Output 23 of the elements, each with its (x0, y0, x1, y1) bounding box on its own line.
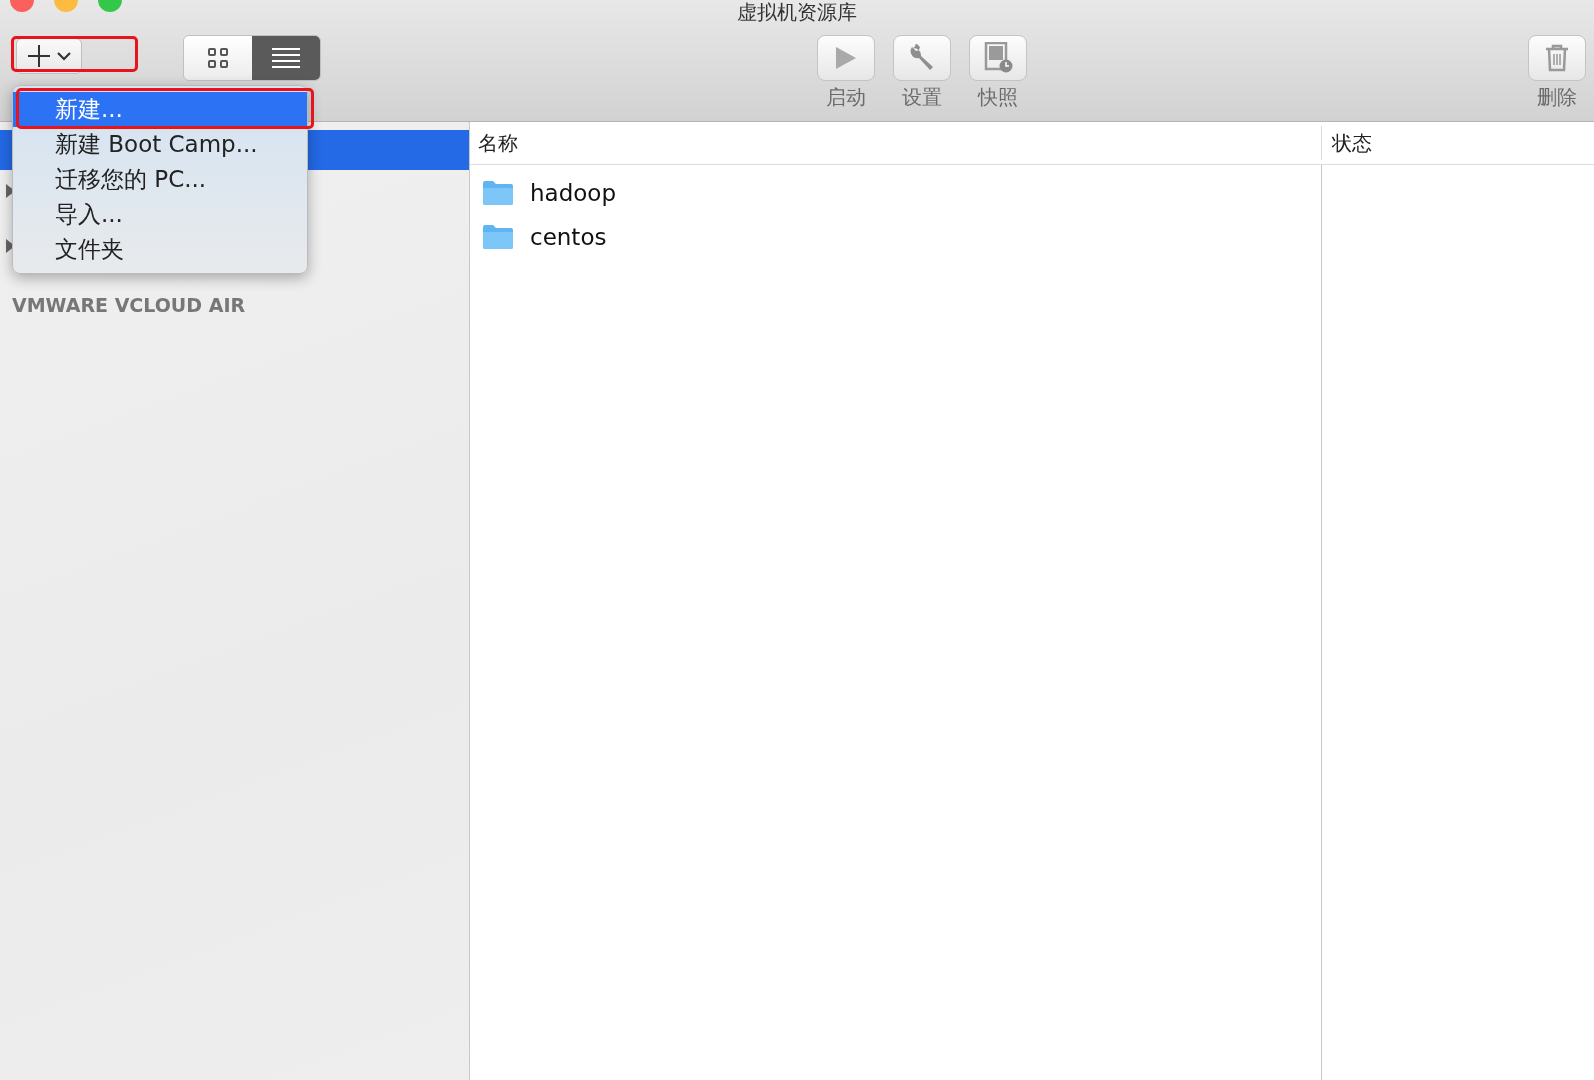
play-icon (835, 46, 857, 70)
column-header[interactable]: 状态 (1322, 129, 1372, 157)
column-header[interactable]: 名称 (470, 126, 1322, 160)
wrench-icon (908, 44, 936, 72)
snapshot-icon (983, 42, 1013, 74)
view-mode-button[interactable] (252, 36, 320, 80)
sidebar-section-title: VMWARE VCLOUD AIR (12, 294, 246, 316)
folder-icon (482, 180, 514, 206)
menu-item[interactable]: 新建 Boot Camp... (13, 127, 307, 162)
folder-name[interactable]: centos (530, 224, 607, 250)
folder-icon (482, 224, 514, 250)
grid-icon (207, 47, 229, 69)
menu-item[interactable]: 新建... (13, 92, 307, 127)
menu-item[interactable]: 迁移您的 PC... (13, 162, 307, 197)
menu-item[interactable]: 导入... (13, 197, 307, 232)
trash-icon (1545, 44, 1569, 72)
list-icon (271, 47, 301, 69)
menu-item[interactable]: 文件夹 (13, 232, 307, 267)
window-title: 虚拟机资源库 (737, 0, 857, 24)
chevron-down-icon (57, 51, 71, 61)
view-mode-button[interactable] (184, 36, 252, 80)
folder-name[interactable]: hadoop (530, 180, 616, 206)
plus-icon (27, 44, 51, 68)
